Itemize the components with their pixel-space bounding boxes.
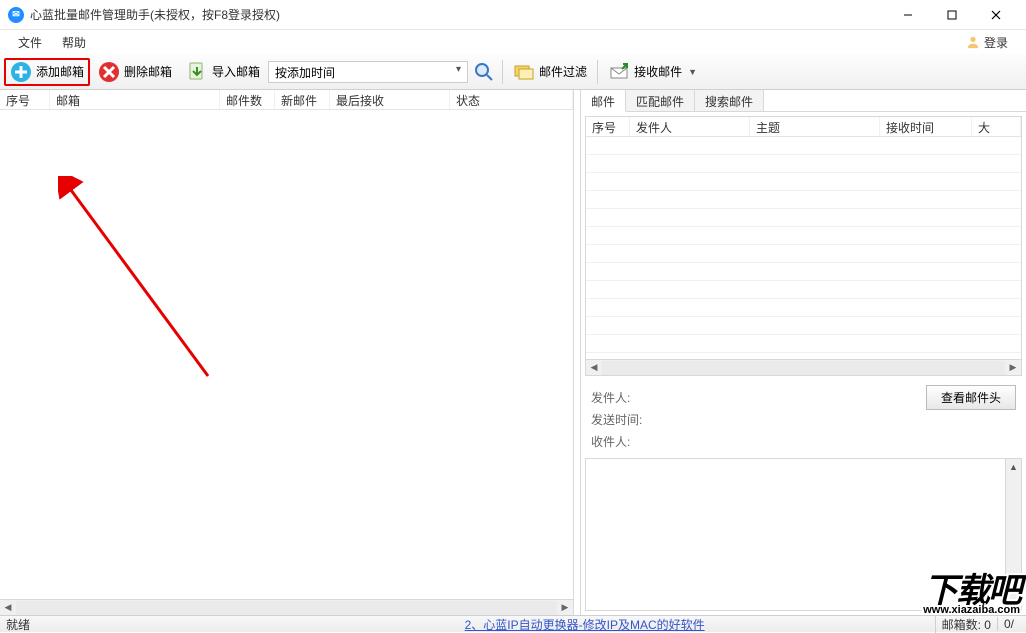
status-ready: 就绪 <box>6 616 30 633</box>
scroll-right-icon[interactable]: ▶ <box>557 600 573 616</box>
mailbox-table-header: 序号 邮箱 邮件数 新邮件 最后接收 状态 <box>0 90 573 110</box>
delete-icon <box>98 61 120 83</box>
view-header-button[interactable]: 查看邮件头 <box>926 385 1016 410</box>
col-status[interactable]: 状态 <box>450 90 573 109</box>
import-mailbox-label: 导入邮箱 <box>212 63 260 80</box>
receive-mail-button[interactable]: 接收邮件 ▼ <box>602 58 705 86</box>
mail-pane: 邮件 匹配邮件 搜索邮件 序号 发件人 主题 接收时间 大 ◀ ▶ <box>580 90 1026 615</box>
scroll-track[interactable] <box>16 601 557 615</box>
mailbox-table-body[interactable] <box>0 110 573 599</box>
menu-file[interactable]: 文件 <box>8 31 52 54</box>
sort-value: 按添加时间 <box>275 66 335 80</box>
mail-table-header: 序号 发件人 主题 接收时间 大 <box>586 117 1021 137</box>
watermark-url: www.xiazaiba.com <box>923 606 1020 616</box>
title-bar: ✉ 心蓝批量邮件管理助手(未授权，按F8登录授权) <box>0 0 1026 30</box>
mcol-recv[interactable]: 接收时间 <box>880 117 972 136</box>
app-icon: ✉ <box>8 7 24 23</box>
status-link[interactable]: 2、心蓝IP自动更换器-修改IP及MAC的好软件 <box>465 616 705 633</box>
minimize-button[interactable] <box>886 1 930 29</box>
delete-mailbox-label: 删除邮箱 <box>124 63 172 80</box>
col-count[interactable]: 邮件数 <box>220 90 275 109</box>
scroll-left-icon[interactable]: ◀ <box>586 360 602 376</box>
sort-dropdown[interactable]: 按添加时间 <box>268 61 468 83</box>
tab-mail[interactable]: 邮件 <box>581 90 626 112</box>
add-mailbox-button[interactable]: 添加邮箱 <box>4 58 90 86</box>
add-mailbox-label: 添加邮箱 <box>36 63 84 80</box>
detail-sent-label: 发送时间: <box>591 411 647 428</box>
tab-match[interactable]: 匹配邮件 <box>626 90 695 111</box>
delete-mailbox-button[interactable]: 删除邮箱 <box>92 58 178 86</box>
mcol-subject[interactable]: 主题 <box>750 117 880 136</box>
mcol-seq[interactable]: 序号 <box>586 117 630 136</box>
scroll-left-icon[interactable]: ◀ <box>0 600 16 616</box>
status-bar: 就绪 2、心蓝IP自动更换器-修改IP及MAC的好软件 邮箱数: 0 0/ <box>0 615 1026 632</box>
plus-icon <box>10 61 32 83</box>
scroll-up-icon[interactable]: ▲ <box>1006 459 1021 475</box>
watermark: 下载吧 www.xiazaiba.com <box>923 576 1020 616</box>
import-mailbox-button[interactable]: 导入邮箱 <box>180 58 266 86</box>
mail-tabs: 邮件 匹配邮件 搜索邮件 <box>581 90 1026 112</box>
detail-recipient-label: 收件人: <box>591 433 647 450</box>
detail-sender-label: 发件人: <box>591 389 647 406</box>
scroll-right-icon[interactable]: ▶ <box>1005 360 1021 376</box>
mcol-sender[interactable]: 发件人 <box>630 117 750 136</box>
mail-scrollbar[interactable]: ◀ ▶ <box>586 359 1021 375</box>
login-label: 登录 <box>984 34 1008 51</box>
mail-details: 发件人: 查看邮件头 发送时间: 收件人: <box>581 380 1026 458</box>
watermark-text: 下载吧 <box>923 576 1020 607</box>
mail-filter-label: 邮件过滤 <box>539 63 587 80</box>
user-icon <box>966 35 980 49</box>
scroll-track[interactable] <box>602 361 1005 375</box>
status-extra: 0/ <box>997 617 1020 631</box>
mail-table-body[interactable] <box>586 137 1021 359</box>
mailbox-scrollbar[interactable]: ◀ ▶ <box>0 599 573 615</box>
receive-mail-label: 接收邮件 <box>634 63 682 80</box>
maximize-button[interactable] <box>930 1 974 29</box>
import-icon <box>186 61 208 83</box>
mail-list: 序号 发件人 主题 接收时间 大 ◀ ▶ <box>585 116 1022 376</box>
menu-bar: 文件 帮助 登录 <box>0 30 1026 54</box>
col-mailbox[interactable]: 邮箱 <box>50 90 220 109</box>
mailbox-list-pane: 序号 邮箱 邮件数 新邮件 最后接收 状态 ◀ ▶ <box>0 90 574 615</box>
search-button[interactable] <box>470 58 498 86</box>
dropdown-arrow-icon[interactable]: ▼ <box>686 67 699 77</box>
mail-filter-button[interactable]: 邮件过滤 <box>507 58 593 86</box>
toolbar: 添加邮箱 删除邮箱 导入邮箱 按添加时间 邮件过滤 接收邮件 ▼ <box>0 54 1026 90</box>
login-button[interactable]: 登录 <box>966 34 1018 51</box>
menu-help[interactable]: 帮助 <box>52 31 96 54</box>
col-last[interactable]: 最后接收 <box>330 90 450 109</box>
col-seq[interactable]: 序号 <box>0 90 50 109</box>
main-area: 序号 邮箱 邮件数 新邮件 最后接收 状态 ◀ ▶ 邮件 匹配邮件 搜索邮件 序… <box>0 90 1026 615</box>
window-title: 心蓝批量邮件管理助手(未授权，按F8登录授权) <box>30 6 280 23</box>
close-button[interactable] <box>974 1 1018 29</box>
mcol-size[interactable]: 大 <box>972 117 1021 136</box>
filter-icon <box>513 61 535 83</box>
status-mailbox-count: 邮箱数: 0 <box>935 616 997 633</box>
search-icon <box>473 61 495 83</box>
tab-search[interactable]: 搜索邮件 <box>695 90 764 111</box>
col-new[interactable]: 新邮件 <box>275 90 330 109</box>
receive-icon <box>608 61 630 83</box>
